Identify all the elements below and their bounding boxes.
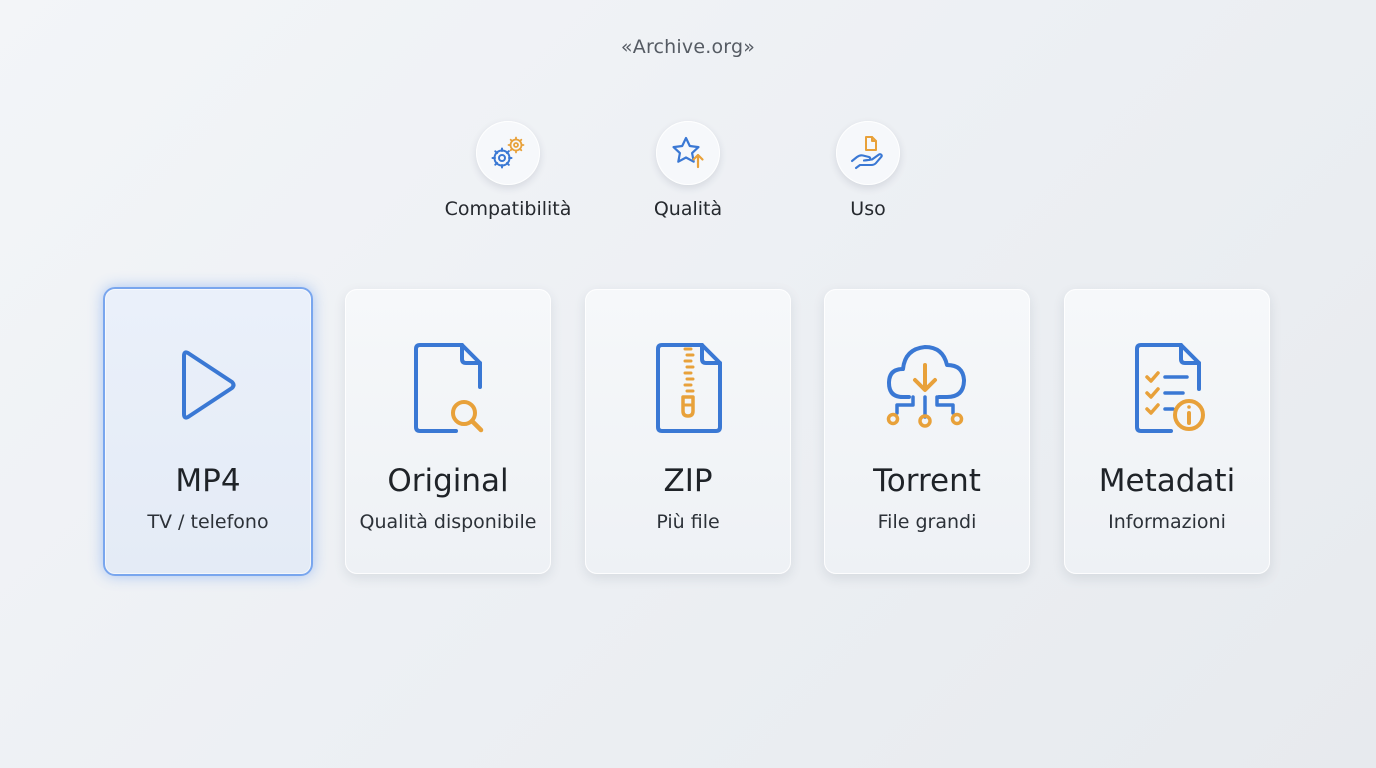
card-title: ZIP [663, 463, 713, 499]
card-subtitle: Qualità disponibile [359, 511, 537, 533]
star-up-icon [672, 136, 704, 169]
format-cards: MP4 TV / telefono Original Qualità dispo… [0, 287, 1376, 579]
card-original[interactable]: Original Qualità disponibile [345, 289, 551, 574]
card-subtitle: File grandi [877, 511, 977, 533]
hand-file-icon [850, 136, 883, 170]
card-title: MP4 [175, 463, 241, 499]
card-metadata[interactable]: Metadati Informazioni [1064, 289, 1270, 574]
criterion-bubble [476, 121, 540, 185]
source-label: «Archive.org» [620, 36, 756, 58]
play-icon [182, 350, 236, 420]
card-subtitle: TV / telefono [147, 511, 269, 533]
card-subtitle: Informazioni [1108, 511, 1226, 533]
card-title: Torrent [873, 463, 981, 499]
file-search-icon [414, 343, 484, 433]
criterion-bubble [836, 121, 900, 185]
zip-file-icon [656, 343, 722, 433]
cloud-download-icon [886, 345, 966, 428]
criterion-label: Uso [850, 198, 886, 220]
criterion-label: Compatibilità [444, 198, 572, 220]
criterion-compatibility: Compatibilità [418, 121, 598, 220]
criterion-label: Qualità [653, 198, 723, 220]
gears-icon [491, 136, 525, 169]
criterion-quality: Qualità [598, 121, 778, 220]
criteria-row: Compatibilità Qualità Uso [0, 121, 1376, 231]
card-subtitle: Più file [656, 511, 720, 533]
criterion-usage: Uso [778, 121, 958, 220]
info-document-icon [1135, 343, 1205, 433]
card-title: Original [387, 463, 509, 499]
card-torrent[interactable]: Torrent File grandi [824, 289, 1030, 574]
card-mp4[interactable]: MP4 TV / telefono [103, 287, 313, 576]
criterion-bubble [656, 121, 720, 185]
card-zip[interactable]: ZIP Più file [585, 289, 791, 574]
card-title: Metadati [1098, 463, 1236, 499]
